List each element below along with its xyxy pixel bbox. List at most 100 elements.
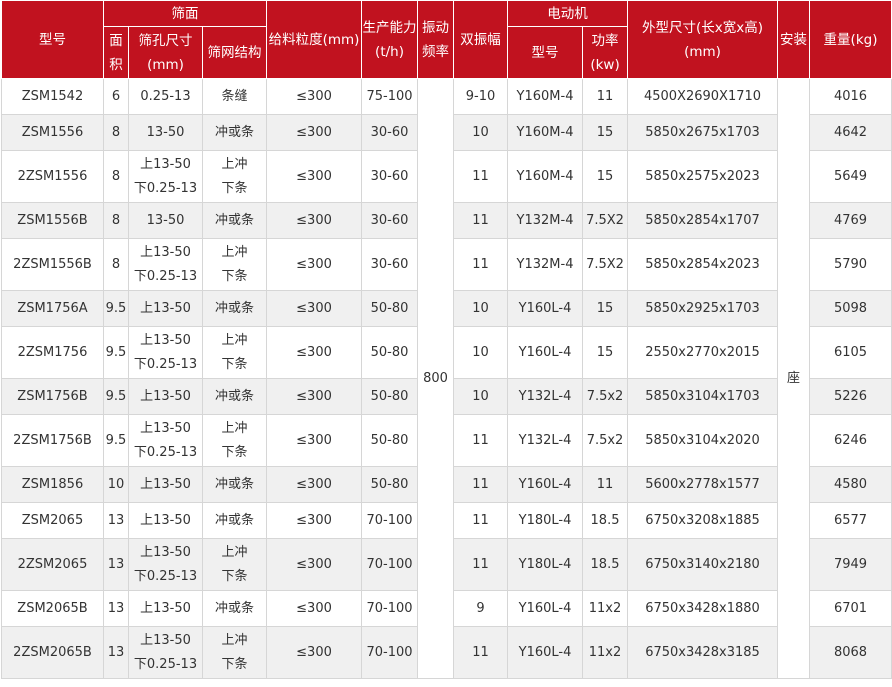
cell-power: 11 [582, 466, 629, 503]
cell-power: 15 [582, 150, 629, 203]
cell-power: 7.5X2 [582, 202, 629, 239]
cell-feed-size: ≤300 [266, 466, 363, 503]
cell-mesh-line: 下条 [221, 268, 248, 284]
cell-model: 2ZSM2065B [1, 626, 104, 679]
cell-aperture-line: 上13-50 [140, 420, 191, 436]
cell-power: 15 [582, 114, 629, 151]
cell-model: 2ZSM1556B [1, 238, 104, 291]
cell-dimensions: 6750x3428x3185 [627, 626, 779, 679]
cell-aperture-line: 0.25-13 [140, 88, 191, 104]
cell-mesh: 冲或条 [201, 378, 268, 415]
cell-area: 9.5 [103, 378, 129, 415]
cell-amplitude: 11 [453, 238, 509, 291]
cell-motor-model: Y160L-4 [507, 290, 584, 327]
cell-capacity: 50-80 [361, 290, 419, 327]
cell-power: 15 [582, 326, 629, 379]
cell-mesh: 冲或条 [201, 502, 268, 539]
cell-dimensions: 5850x2854x1707 [627, 202, 779, 239]
header-feed-size: 给料粒度(mm) [266, 0, 363, 79]
cell-amplitude: 10 [453, 114, 509, 151]
cell-dimensions: 4500X2690X1710 [627, 78, 779, 115]
cell-power: 7.5x2 [582, 378, 629, 415]
cell-aperture-line: 下0.25-13 [133, 568, 198, 584]
cell-model: ZSM1756B [1, 378, 104, 415]
cell-aperture-line: 下0.25-13 [133, 444, 198, 460]
cell-model: ZSM1542 [1, 78, 104, 115]
cell-area: 6 [103, 78, 129, 115]
header-install: 安装 [777, 0, 811, 79]
cell-feed-size: ≤300 [266, 502, 363, 539]
cell-amplitude: 11 [453, 202, 509, 239]
cell-feed-size: ≤300 [266, 378, 363, 415]
cell-capacity: 30-60 [361, 150, 419, 203]
cell-mesh-line: 冲或条 [215, 300, 255, 316]
cell-aperture: 上13-50 下0.25-13 [128, 326, 203, 379]
cell-weight: 7949 [809, 538, 892, 591]
cell-model: 2ZSM2065 [1, 538, 104, 591]
cell-capacity: 50-80 [361, 466, 419, 503]
cell-mesh-line: 上冲 [221, 332, 248, 348]
cell-motor-model: Y160L-4 [507, 326, 584, 379]
cell-area: 8 [103, 238, 129, 291]
cell-aperture-line: 上13-50 [140, 332, 191, 348]
header-row-top: 型号 筛面 给料粒度(mm) 生产能力(t/h) 振动频率 双振幅 电动机 外型… [1, 0, 892, 79]
cell-model: ZSM1556 [1, 114, 104, 151]
cell-motor-model: Y180L-4 [507, 502, 584, 539]
cell-mesh-line: 冲或条 [215, 600, 255, 616]
cell-model: 2ZSM1756B [1, 414, 104, 467]
cell-power: 15 [582, 290, 629, 327]
cell-area: 13 [103, 590, 129, 627]
cell-motor-model: Y160L-4 [507, 466, 584, 503]
cell-mesh-line: 下条 [221, 180, 248, 196]
cell-mesh: 冲或条 [201, 290, 268, 327]
cell-amplitude: 11 [453, 502, 509, 539]
cell-dimensions: 6750x3428x1880 [627, 590, 779, 627]
cell-power: 18.5 [582, 502, 629, 539]
cell-mesh-line: 冲或条 [215, 124, 255, 140]
cell-aperture: 0.25-13 [128, 78, 203, 115]
cell-aperture: 上13-50 下0.25-13 [128, 538, 203, 591]
header-area: 面积 [103, 26, 129, 79]
cell-amplitude: 9-10 [453, 78, 509, 115]
cell-capacity: 70-100 [361, 502, 419, 539]
cell-aperture-line: 上13-50 [140, 156, 191, 172]
cell-aperture-line: 上13-50 [140, 300, 191, 316]
cell-amplitude: 11 [453, 414, 509, 467]
cell-mesh: 上冲 下条 [201, 414, 268, 467]
cell-power: 7.5X2 [582, 238, 629, 291]
cell-capacity: 30-60 [361, 238, 419, 291]
cell-feed-size: ≤300 [266, 326, 363, 379]
cell-feed-size: ≤300 [266, 538, 363, 591]
cell-aperture-line: 下0.25-13 [133, 180, 198, 196]
cell-aperture: 上13-50 [128, 378, 203, 415]
header-weight: 重量(kg) [809, 0, 892, 79]
cell-mesh-line: 冲或条 [215, 512, 255, 528]
cell-weight: 5226 [809, 378, 892, 415]
cell-area: 9.5 [103, 414, 129, 467]
cell-motor-model: Y180L-4 [507, 538, 584, 591]
cell-amplitude: 11 [453, 466, 509, 503]
cell-capacity: 70-100 [361, 538, 419, 591]
cell-model: 2ZSM1556 [1, 150, 104, 203]
header-mesh-structure: 筛网结构 [201, 26, 268, 79]
cell-weight: 4642 [809, 114, 892, 151]
cell-mesh-line: 冲或条 [215, 476, 255, 492]
cell-dimensions: 5850x3104x1703 [627, 378, 779, 415]
cell-dimensions: 2550x2770x2015 [627, 326, 779, 379]
cell-mesh: 冲或条 [201, 114, 268, 151]
cell-weight: 6701 [809, 590, 892, 627]
header-power: 功率(kw) [582, 26, 629, 79]
cell-aperture-line: 上13-50 [140, 632, 191, 648]
cell-amplitude: 11 [453, 150, 509, 203]
cell-power: 7.5x2 [582, 414, 629, 467]
cell-aperture-line: 上13-50 [140, 476, 191, 492]
cell-mesh-line: 冲或条 [215, 212, 255, 228]
cell-capacity: 70-100 [361, 626, 419, 679]
cell-aperture-line: 上13-50 [140, 512, 191, 528]
cell-feed-size: ≤300 [266, 590, 363, 627]
cell-mesh-line: 下条 [221, 356, 248, 372]
cell-area: 8 [103, 150, 129, 203]
cell-aperture-line: 上13-50 [140, 600, 191, 616]
cell-weight: 4580 [809, 466, 892, 503]
cell-model: ZSM2065 [1, 502, 104, 539]
